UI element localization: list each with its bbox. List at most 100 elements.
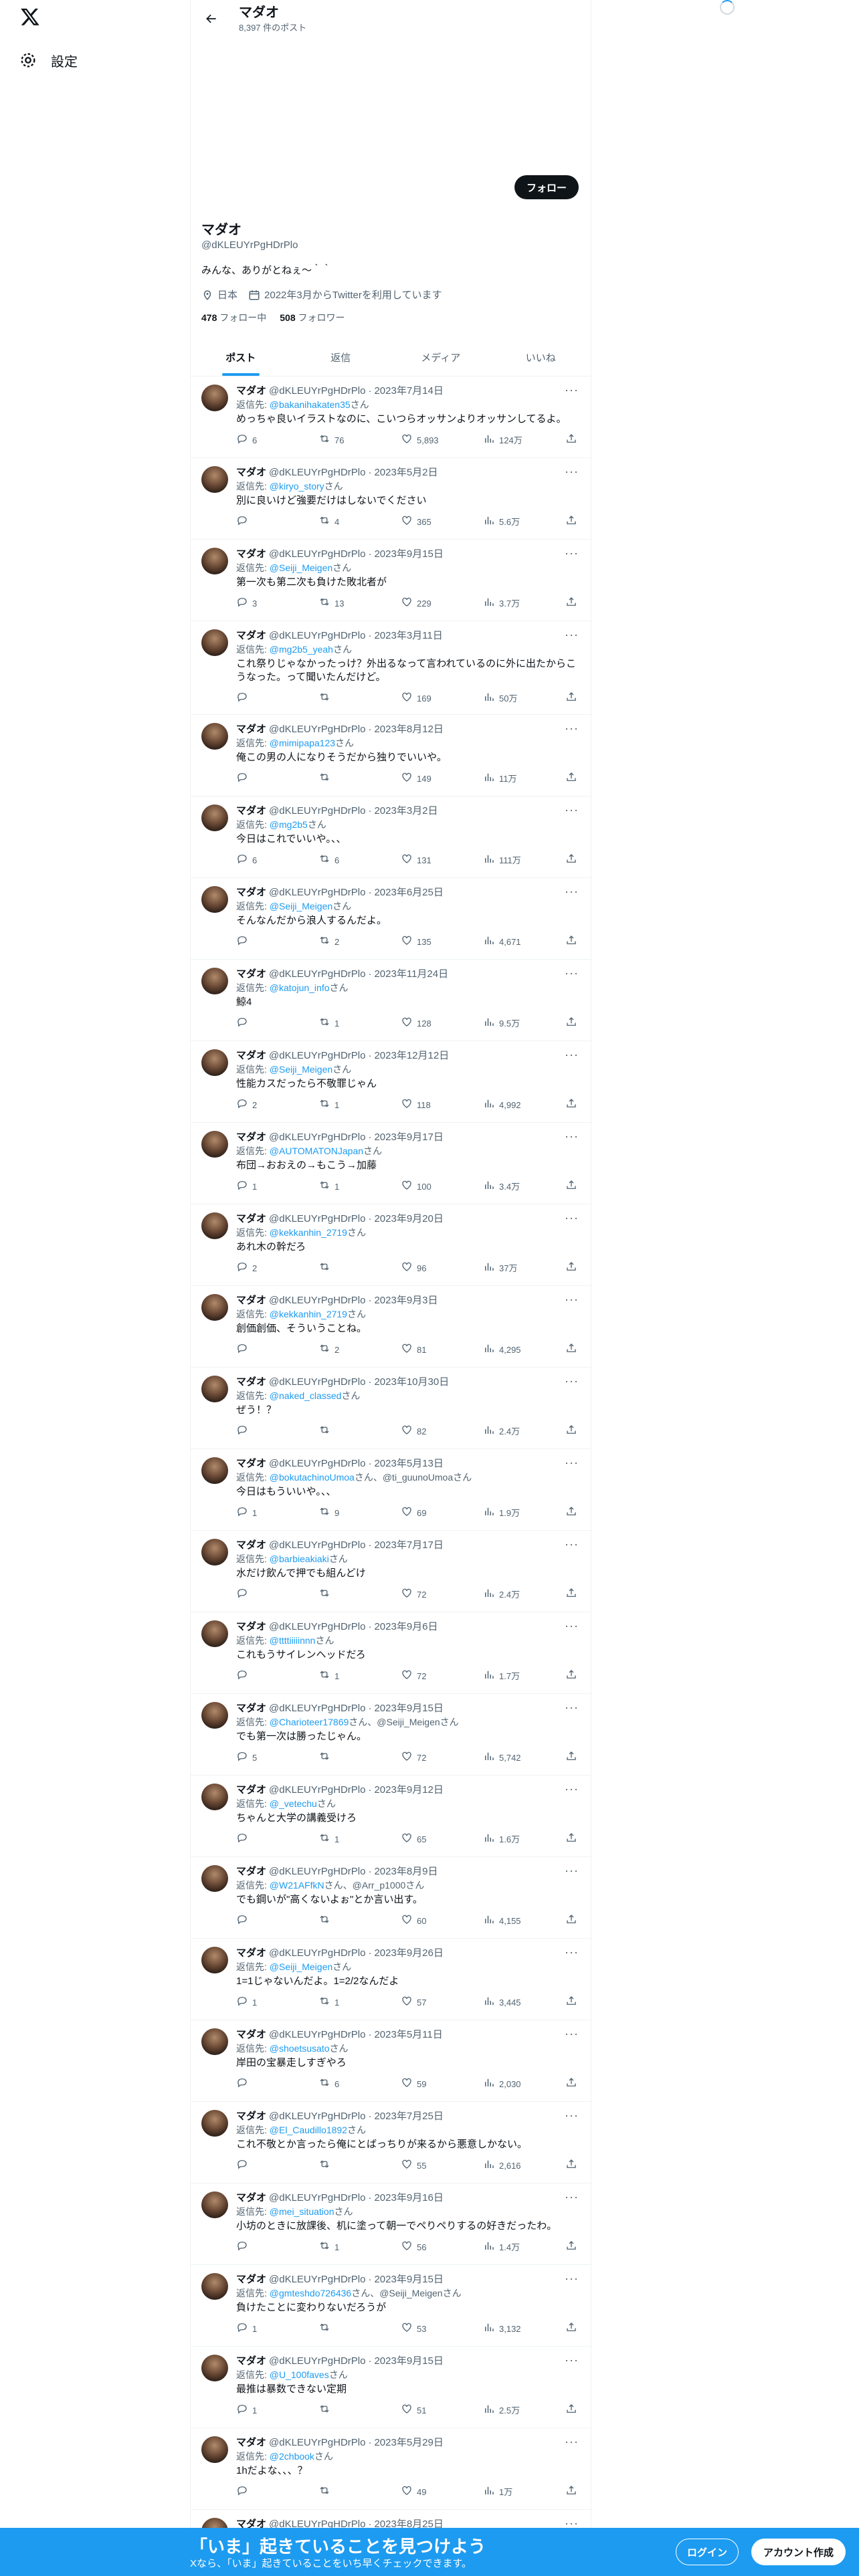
tweet[interactable]: マダオ @dKLEUYrPgHDrPlo · 2023年9月26日 返信先: @Sei…: [191, 1939, 591, 2020]
tweet-author-name[interactable]: マダオ: [236, 385, 266, 398]
tweet-author-name[interactable]: マダオ: [236, 1457, 266, 1471]
share-button[interactable]: [565, 2484, 579, 2500]
retweet-button[interactable]: 6: [318, 853, 359, 869]
follow-button[interactable]: フォロー: [514, 175, 579, 199]
tweet-author-name[interactable]: マダオ: [236, 804, 266, 818]
views-button[interactable]: 2.5万: [483, 2403, 523, 2419]
share-button[interactable]: [565, 934, 579, 950]
views-button[interactable]: 2.4万: [483, 1424, 523, 1440]
like-button[interactable]: 169: [401, 691, 441, 707]
views-button[interactable]: 50万: [483, 691, 523, 707]
retweet-button[interactable]: [318, 2321, 359, 2337]
tweet[interactable]: マダオ @dKLEUYrPgHDrPlo · 2023年9月16日 返信先: @mei…: [191, 2183, 591, 2265]
views-button[interactable]: 2.4万: [483, 1587, 523, 1603]
tweet-author-name[interactable]: マダオ: [236, 1947, 266, 1960]
avatar[interactable]: [201, 385, 228, 411]
tweet-date[interactable]: 2023年5月29日: [374, 2436, 443, 2450]
tweet[interactable]: マダオ @dKLEUYrPgHDrPlo · 2023年11月24日 返信先: @ka…: [191, 960, 591, 1041]
tweet-date[interactable]: 2023年7月14日: [374, 385, 443, 398]
reply-mention[interactable]: @AUTOMATONJapan: [270, 1146, 363, 1156]
share-button[interactable]: [565, 1832, 579, 1848]
reply-button[interactable]: 1: [236, 1505, 276, 1521]
tweet-author-name[interactable]: マダオ: [236, 723, 266, 736]
reply-button[interactable]: [236, 691, 276, 707]
views-button[interactable]: 4,295: [483, 1342, 523, 1358]
retweet-button[interactable]: 4: [318, 514, 359, 530]
tweet-author-handle[interactable]: @dKLEUYrPgHDrPlo: [269, 804, 365, 818]
reply-mention[interactable]: @_vetechu: [270, 1798, 317, 1809]
tweet-date[interactable]: 2023年6月25日: [374, 886, 443, 899]
tweet[interactable]: マダオ @dKLEUYrPgHDrPlo · 2023年8月12日 返信先: @mim…: [191, 715, 591, 796]
tweet-date[interactable]: 2023年9月26日: [374, 1947, 443, 1960]
tweet-date[interactable]: 2023年8月9日: [374, 1865, 438, 1879]
tweet-author-name[interactable]: マダオ: [236, 1784, 266, 1797]
tweet-date[interactable]: 2023年12月12日: [374, 1049, 449, 1063]
retweet-button[interactable]: [318, 1587, 359, 1603]
tweet-author-name[interactable]: マダオ: [236, 2191, 266, 2205]
retweet-button[interactable]: [318, 2158, 359, 2174]
retweet-button[interactable]: [318, 771, 359, 787]
retweet-button[interactable]: [318, 2484, 359, 2500]
tweet-author-handle[interactable]: @dKLEUYrPgHDrPlo: [269, 2436, 365, 2450]
more-icon[interactable]: ···: [565, 1374, 579, 1388]
share-button[interactable]: [565, 1097, 579, 1113]
retweet-button[interactable]: 9: [318, 1505, 359, 1521]
reply-mention[interactable]: @Seiji_Meigen: [270, 562, 332, 573]
reply-button[interactable]: 6: [236, 853, 276, 869]
retweet-button[interactable]: [318, 1750, 359, 1766]
avatar[interactable]: [201, 1049, 228, 1076]
avatar[interactable]: [201, 2273, 228, 2300]
retweet-button[interactable]: [318, 1261, 359, 1277]
tweet-author-name[interactable]: マダオ: [236, 968, 266, 981]
reply-button[interactable]: [236, 1832, 276, 1848]
x-logo-icon[interactable]: [20, 7, 47, 33]
tweet-author-handle[interactable]: @dKLEUYrPgHDrPlo: [269, 629, 365, 643]
tweet[interactable]: マダオ @dKLEUYrPgHDrPlo · 2023年9月15日 返信先: @Sei…: [191, 540, 591, 621]
tweet-author-handle[interactable]: @dKLEUYrPgHDrPlo: [269, 1702, 365, 1715]
reply-button[interactable]: [236, 2076, 276, 2092]
tweet-author-name[interactable]: マダオ: [236, 1702, 266, 1715]
views-button[interactable]: 1.4万: [483, 2240, 523, 2256]
tweet[interactable]: マダオ @dKLEUYrPgHDrPlo · 2023年9月12日 返信先: @_ve…: [191, 1776, 591, 1857]
retweet-button[interactable]: 13: [318, 596, 359, 612]
avatar[interactable]: [201, 1539, 228, 1566]
tweet[interactable]: マダオ @dKLEUYrPgHDrPlo · 2023年10月30日 返信先: @na…: [191, 1368, 591, 1449]
tweet[interactable]: マダオ @dKLEUYrPgHDrPlo · 2023年7月17日 返信先: @bar…: [191, 1531, 591, 1612]
tweet-author-handle[interactable]: @dKLEUYrPgHDrPlo: [269, 886, 365, 899]
like-button[interactable]: 72: [401, 1669, 441, 1685]
reply-mention[interactable]: @Seiji_Meigen: [270, 1064, 332, 1075]
reply-button[interactable]: [236, 2240, 276, 2256]
retweet-button[interactable]: 6: [318, 2076, 359, 2092]
like-button[interactable]: 149: [401, 771, 441, 787]
avatar[interactable]: [201, 1457, 228, 1484]
tweet-date[interactable]: 2023年9月20日: [374, 1212, 443, 1226]
more-icon[interactable]: ···: [565, 546, 579, 560]
views-button[interactable]: 4,155: [483, 1913, 523, 1929]
more-icon[interactable]: ···: [565, 465, 579, 479]
tweet[interactable]: マダオ @dKLEUYrPgHDrPlo · 2023年5月2日 返信先: @kiry…: [191, 458, 591, 540]
tweet[interactable]: マダオ @dKLEUYrPgHDrPlo · 2023年3月2日 返信先: @mg2b…: [191, 796, 591, 878]
avatar[interactable]: [201, 466, 228, 493]
tweet-author-name[interactable]: マダオ: [236, 548, 266, 561]
reply-button[interactable]: 5: [236, 1750, 276, 1766]
reply-button[interactable]: [236, 1913, 276, 1929]
tab-likes[interactable]: いいね: [491, 339, 591, 376]
reply-button[interactable]: 6: [236, 433, 276, 449]
reply-button[interactable]: [236, 1587, 276, 1603]
tweet-author-name[interactable]: マダオ: [236, 1131, 266, 1144]
more-icon[interactable]: ···: [565, 1211, 579, 1225]
tweet[interactable]: マダオ @dKLEUYrPgHDrPlo · 2023年12月12日 返信先: @Se…: [191, 1041, 591, 1123]
share-button[interactable]: [565, 2240, 579, 2256]
reply-button[interactable]: [236, 1424, 276, 1440]
tweet-author-name[interactable]: マダオ: [236, 1539, 266, 1552]
reply-mention[interactable]: @kiryo_story: [270, 481, 324, 492]
like-button[interactable]: 72: [401, 1750, 441, 1766]
tweet-date[interactable]: 2023年10月30日: [374, 1376, 449, 1389]
tweet-date[interactable]: 2023年3月11日: [374, 629, 442, 643]
tweet-date[interactable]: 2023年9月16日: [374, 2191, 443, 2205]
tweet-date[interactable]: 2023年9月6日: [374, 1620, 438, 1634]
views-button[interactable]: 5.6万: [483, 514, 523, 530]
tweet-date[interactable]: 2023年7月17日: [374, 1539, 443, 1552]
retweet-button[interactable]: 1: [318, 1832, 359, 1848]
reply-button[interactable]: 1: [236, 1179, 276, 1195]
